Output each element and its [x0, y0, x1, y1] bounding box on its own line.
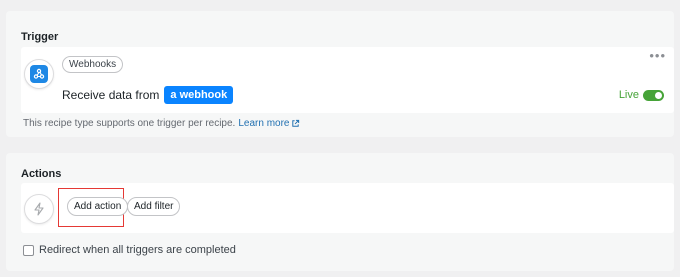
webhook-token[interactable]: a webhook [164, 86, 234, 104]
redirect-option[interactable]: Redirect when all triggers are completed [23, 244, 236, 256]
lightning-bolt-icon [34, 202, 44, 216]
trigger-panel: Trigger Webhooks Receive data from a web… [6, 11, 674, 137]
trigger-section-title: Trigger [21, 31, 59, 43]
learn-more-link[interactable]: Learn more [238, 118, 300, 129]
redirect-label: Redirect when all triggers are completed [39, 244, 236, 256]
redirect-checkbox[interactable] [23, 244, 34, 256]
trigger-app-icon-wrapper [24, 59, 54, 89]
trigger-card[interactable]: Webhooks Receive data from a webhook •••… [21, 47, 674, 113]
live-toggle[interactable] [643, 89, 664, 101]
actions-section-title: Actions [21, 168, 62, 180]
trigger-sentence: Receive data from a webhook [62, 86, 234, 104]
live-label: Live [618, 89, 639, 101]
integration-pill: Webhooks [62, 56, 124, 73]
action-placeholder-icon-wrapper [24, 194, 54, 224]
help-text-content: This recipe type supports one trigger pe… [23, 118, 236, 129]
learn-more-label: Learn more [238, 118, 290, 129]
actions-panel: Actions Add action Add filter Redirect w… [6, 153, 674, 271]
more-dots-icon[interactable]: ••• [649, 49, 666, 62]
trigger-sentence-prefix: Receive data from [62, 88, 160, 102]
webhook-icon [30, 65, 48, 83]
add-action-button[interactable]: Add action [67, 197, 129, 216]
add-filter-button[interactable]: Add filter [127, 197, 181, 216]
trigger-help-text: This recipe type supports one trigger pe… [23, 118, 300, 129]
live-status[interactable]: Live [619, 89, 664, 101]
actions-card: Add action Add filter [21, 183, 674, 233]
external-link-icon [292, 119, 300, 127]
toggle-knob [655, 91, 662, 99]
